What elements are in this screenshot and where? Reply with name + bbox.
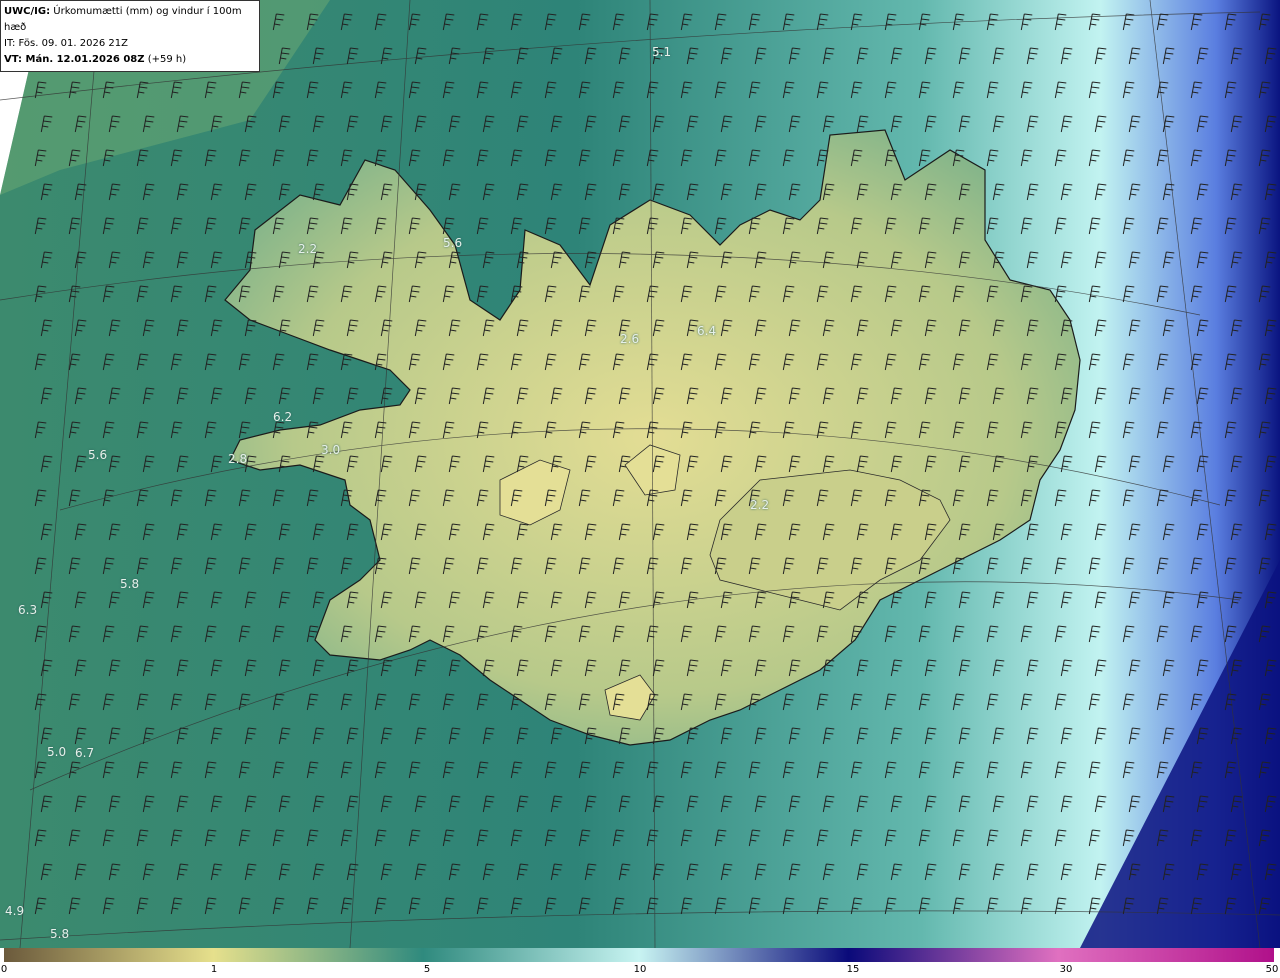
colorbar-legend: 0 1 5 10 15 30 50 <box>0 948 1280 978</box>
pw-value-label: 2.8 <box>228 452 248 466</box>
pw-value-label: 6.2 <box>273 410 293 424</box>
colorbar-tick-label: 50 <box>1265 964 1279 975</box>
colorbar-tick-label: 30 <box>1059 964 1073 975</box>
initial-time: IT: Fös. 09. 01. 2026 21Z <box>4 38 128 49</box>
valid-time-line: VT: Mán. 12.01.2026 08Z (+59 h) <box>4 52 254 68</box>
pw-value-label: 2.2 <box>298 242 318 256</box>
pw-value-label: 3.0 <box>321 443 341 457</box>
colorbar-tick-label: 1 <box>210 964 218 975</box>
colorbar-tick-label: 0 <box>0 964 8 975</box>
title-line: UWC/IG: Úrkomumætti (mm) og vindur í 100… <box>4 4 254 36</box>
map-info-box: UWC/IG: Úrkomumætti (mm) og vindur í 100… <box>0 0 260 72</box>
pw-value-label: 5.8 <box>120 577 140 591</box>
model-label: UWC/IG: <box>4 6 51 17</box>
colorbar-tick-label: 15 <box>846 964 860 975</box>
pw-value-label: 5.8 <box>50 927 70 941</box>
pw-value-label: 5.6 <box>88 448 108 462</box>
pw-value-label: 6.4 <box>697 324 717 338</box>
colorbar <box>4 948 1274 962</box>
pw-value-label: 6.3 <box>18 603 38 617</box>
forecast-offset: (+59 h) <box>147 54 187 65</box>
pw-value-label: 5.1 <box>652 45 672 59</box>
pw-value-label: 6.7 <box>75 746 95 760</box>
valid-time: VT: Mán. 12.01.2026 08Z <box>4 54 145 65</box>
pw-value-label: 5.0 <box>47 745 67 759</box>
pw-value-label: 2.2 <box>750 498 770 512</box>
precipitable-water-map <box>0 0 1280 948</box>
colorbar-tick-label: 10 <box>633 964 647 975</box>
pw-value-label: 5.6 <box>443 236 463 250</box>
colorbar-tick-label: 5 <box>423 964 431 975</box>
pw-value-label: 4.9 <box>5 904 25 918</box>
pw-value-label: 2.6 <box>620 332 640 346</box>
